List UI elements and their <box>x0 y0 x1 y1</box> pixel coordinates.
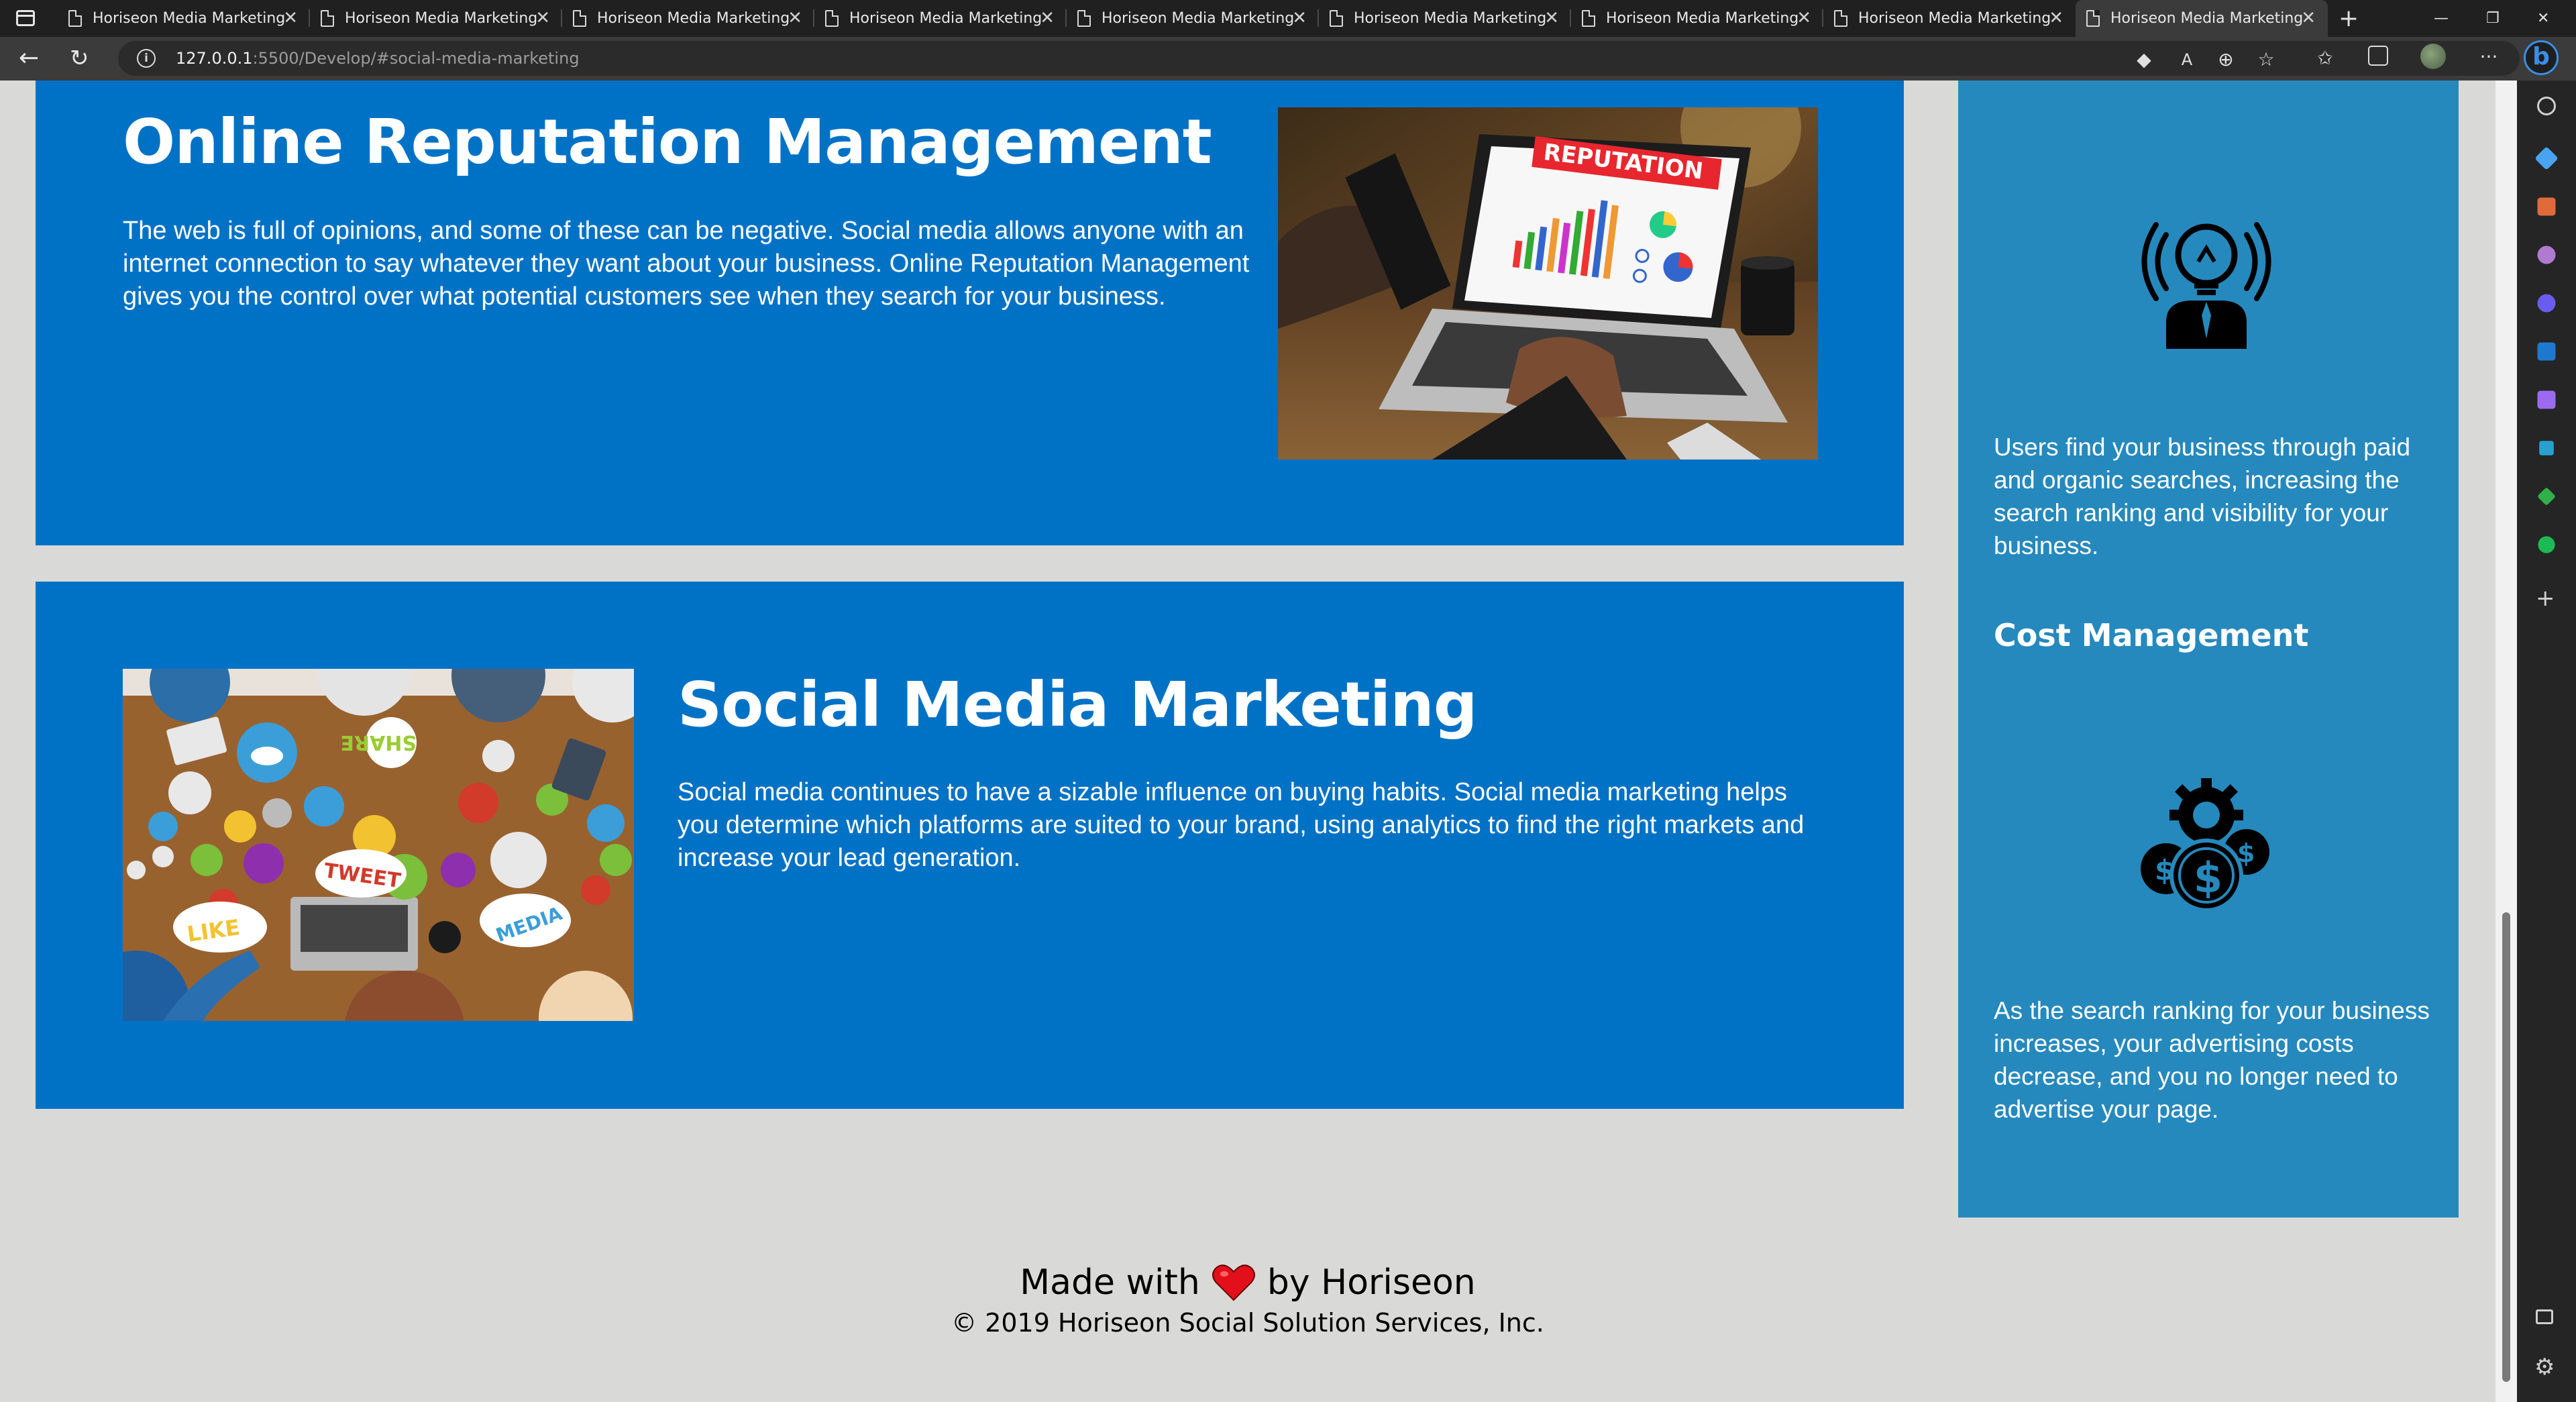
bing-copilot-button[interactable]: b <box>2524 40 2559 75</box>
close-icon[interactable]: ✕ <box>1292 0 1307 37</box>
svg-text:$: $ <box>2194 853 2222 902</box>
settings-icon[interactable]: ⚙ <box>2534 1354 2555 1381</box>
tools-icon[interactable] <box>2537 197 2556 216</box>
benefits-aside: Brand Awareness Users find your business… <box>1958 80 2459 1218</box>
close-icon[interactable]: ✕ <box>1040 0 1055 37</box>
social-media-image: SHARE TWEET LIKE MEDIA <box>123 669 634 1021</box>
reputation-section: Online Reputation Management The web is … <box>36 80 1904 545</box>
browser-tab[interactable]: Horiseon Media Marketing ✕ <box>1823 0 2076 37</box>
tree-icon[interactable] <box>2536 486 2557 506</box>
svg-text:$: $ <box>2155 854 2174 887</box>
cost-management-heading: Cost Management <box>1994 617 2309 653</box>
browser-tab[interactable]: Horiseon Media Marketing ✕ <box>58 0 310 37</box>
spotify-icon[interactable] <box>2538 536 2555 553</box>
page-icon <box>1077 10 1091 27</box>
tab-bar: Horiseon Media Marketing ✕ Horiseon Medi… <box>0 0 2576 37</box>
page-icon <box>1330 10 1343 27</box>
outlook-icon[interactable] <box>2537 342 2556 361</box>
browser-tab[interactable]: Horiseon Media Marketing ✕ <box>562 0 814 37</box>
page-footer: Made with by Horiseon © 2019 Horiseon So… <box>0 1261 2496 1342</box>
games-icon[interactable] <box>2537 294 2556 313</box>
reputation-text: The web is full of opinions, and some of… <box>123 217 1250 311</box>
collections-icon[interactable] <box>2368 46 2388 66</box>
footer-made-with: Made with by Horiseon <box>1020 1262 1476 1303</box>
tab-title: Horiseon Media Marketing <box>345 10 538 27</box>
new-tab-button[interactable]: + <box>2339 0 2359 37</box>
search-icon[interactable] <box>2537 97 2556 115</box>
refresh-icon[interactable]: ↻ <box>70 45 89 72</box>
tab-title: Horiseon Media Marketing <box>2110 10 2304 27</box>
sidebar-toggle-icon[interactable] <box>2536 1309 2553 1324</box>
page-icon <box>2086 10 2100 27</box>
cost-gear-dollar-icon: $ $ $ <box>2141 778 2269 912</box>
restore-icon[interactable]: ❐ <box>2486 0 2500 37</box>
tab-title: Horiseon Media Marketing <box>1858 10 2051 27</box>
close-icon[interactable]: ✕ <box>283 0 298 37</box>
heart-icon <box>1212 1264 1255 1301</box>
window-close-icon[interactable]: ✕ <box>2537 0 2549 37</box>
more-icon[interactable]: ··· <box>2475 44 2502 70</box>
tab-title: Horiseon Media Marketing <box>849 10 1042 27</box>
tab-title: Horiseon Media Marketing <box>93 10 286 27</box>
brand-awareness-text: Users find your business through paid an… <box>1994 433 2411 559</box>
reputation-image: REPUTATION <box>1278 107 1818 460</box>
info-icon[interactable]: i <box>137 49 156 68</box>
page-icon <box>825 10 839 27</box>
close-icon[interactable]: ✕ <box>788 0 802 37</box>
tab-title: Horiseon Media Marketing <box>1354 10 1547 27</box>
zoom-icon[interactable]: ⊕ <box>2212 46 2239 73</box>
people-icon[interactable] <box>2537 246 2556 264</box>
browser-sidebar: + ⚙ <box>2517 80 2576 1402</box>
favorite-add-icon[interactable]: ☆ <box>2253 46 2279 73</box>
svg-text:$: $ <box>2237 839 2255 868</box>
social-media-text: Social media continues to have a sizable… <box>678 778 1805 872</box>
tag-icon[interactable]: ◆ <box>2131 46 2157 73</box>
page-icon <box>1582 10 1595 27</box>
tab-title: Horiseon Media Marketing <box>1102 10 1295 27</box>
send-icon[interactable] <box>2539 441 2554 455</box>
tab-title: Horiseon Media Marketing <box>597 10 790 27</box>
add-icon[interactable]: + <box>2536 585 2555 612</box>
browser-tab[interactable]: Horiseon Media Marketing ✕ <box>1571 0 1823 37</box>
tab-actions-icon[interactable] <box>16 10 35 26</box>
url-field[interactable]: i 127.0.0.1:5500/Develop/#social-media-m… <box>118 41 2520 76</box>
page-icon <box>1834 10 1847 27</box>
minimize-icon[interactable]: — <box>2434 0 2449 37</box>
address-bar: ← ↻ i 127.0.0.1:5500/Develop/#social-med… <box>0 37 2576 80</box>
footer-copyright: © 2019 Horiseon Social Solution Services… <box>951 1308 1544 1338</box>
close-icon[interactable]: ✕ <box>2301 0 2316 37</box>
social-media-section: SHARE TWEET LIKE MEDIA Social Media Mark… <box>36 582 1904 1109</box>
browser-tab[interactable]: Horiseon Media Marketing ✕ <box>1319 0 1571 37</box>
browser-tab[interactable]: Horiseon Media Marketing ✕ <box>814 0 1067 37</box>
page-icon <box>321 10 334 27</box>
browser-tab-active[interactable]: Horiseon Media Marketing ✕ <box>2076 0 2328 37</box>
url-text[interactable]: 127.0.0.1:5500/Develop/#social-media-mar… <box>176 41 580 76</box>
favorites-icon[interactable]: ✩ <box>2312 45 2339 72</box>
close-icon[interactable]: ✕ <box>1544 0 1559 37</box>
back-icon[interactable]: ← <box>19 45 39 72</box>
page-icon <box>68 10 82 27</box>
page-icon <box>573 10 586 27</box>
browser-tab[interactable]: Horiseon Media Marketing ✕ <box>1067 0 1319 37</box>
tab-title: Horiseon Media Marketing <box>1606 10 1799 27</box>
page-scrollbar[interactable] <box>2496 80 2517 1402</box>
cost-management-text: As the search ranking for your business … <box>1994 997 2430 1123</box>
profile-avatar[interactable] <box>2420 44 2446 69</box>
lightbulb-person-icon <box>2141 222 2271 349</box>
close-icon[interactable]: ✕ <box>535 0 550 37</box>
social-image-word-share: SHARE <box>340 731 417 754</box>
social-media-heading: Social Media Marketing <box>678 669 1478 741</box>
read-aloud-icon[interactable]: A <box>2174 46 2200 73</box>
browser-tab[interactable]: Horiseon Media Marketing ✕ <box>310 0 562 37</box>
page-viewport: Online Reputation Management The web is … <box>0 80 2496 1402</box>
reputation-heading: Online Reputation Management <box>123 106 1212 178</box>
close-icon[interactable]: ✕ <box>2049 0 2063 37</box>
designer-icon[interactable] <box>2537 390 2556 409</box>
close-icon[interactable]: ✕ <box>1796 0 1811 37</box>
brand-awareness-heading: Brand Awareness <box>1994 80 2297 87</box>
shopping-icon[interactable] <box>2534 146 2559 170</box>
scrollbar-thumb[interactable] <box>2502 912 2510 1382</box>
